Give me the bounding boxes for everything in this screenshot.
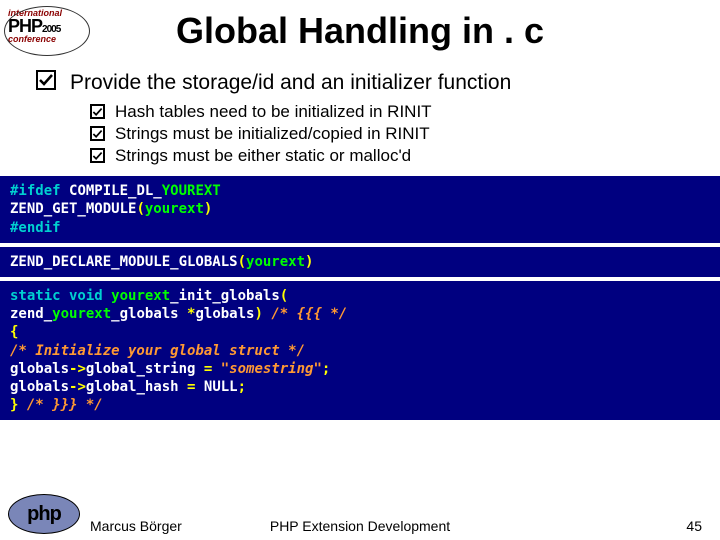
sub-bullet-text: Strings must be either static or malloc'… [115,146,411,166]
sub-bullet-row: Hash tables need to be initialized in RI… [90,102,700,122]
sub-bullet-row: Strings must be either static or malloc'… [90,146,700,166]
conference-logo-top: international PHP2005 conference [8,8,86,52]
checkmark-icon [90,148,105,163]
slide-title: Global Handling in . c [0,0,720,70]
code-block-1: #ifdef COMPILE_DL_YOUREXTZEND_GET_MODULE… [0,176,720,243]
main-bullet-text: Provide the storage/id and an initialize… [70,70,511,96]
checkmark-icon [90,104,105,119]
slide-footer: Marcus Börger PHP Extension Development … [0,518,720,534]
footer-page: 45 [686,518,702,534]
main-bullet-row: Provide the storage/id and an initialize… [36,70,700,96]
code-block-2: ZEND_DECLARE_MODULE_GLOBALS(yourext) [0,247,720,277]
checkmark-icon [36,70,56,90]
code-block-3: static void yourext_init_globals( zend_y… [0,281,720,420]
checkmark-icon [90,126,105,141]
sub-bullet-text: Strings must be initialized/copied in RI… [115,124,430,144]
sub-bullet-text: Hash tables need to be initialized in RI… [115,102,432,122]
footer-author: Marcus Börger [90,518,182,534]
footer-topic: PHP Extension Development [270,518,450,534]
sub-bullet-row: Strings must be initialized/copied in RI… [90,124,700,144]
sub-bullet-list: Hash tables need to be initialized in RI… [36,102,700,166]
